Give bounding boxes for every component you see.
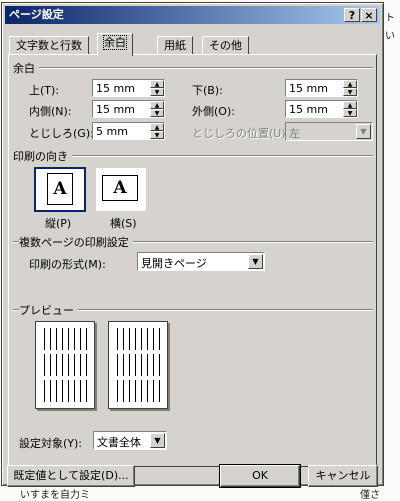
tab-label: 用紙 [164,39,186,52]
bottom-margin-label: 下(B): [192,84,223,97]
ok-button[interactable]: OK [219,464,301,488]
gutter-position-label: とじしろの位置(U): [192,127,290,140]
inner-margin-spinner[interactable]: 15 mm ▲ ▼ [92,100,165,118]
tab-label: その他 [209,39,242,52]
top-margin-label: 上(T): [29,84,60,97]
section-title-multipage: 複数ページの印刷設定 [19,234,133,250]
bottom-margin-spinner[interactable]: 15 mm ▲ ▼ [285,79,358,97]
chevron-down-icon[interactable]: ▼ [248,254,263,269]
section-title-margins: 余白 [13,60,39,76]
close-button[interactable]: × [361,8,377,22]
tab-paper[interactable]: 用紙 [157,36,193,55]
preview-right-page [108,321,168,409]
spin-up-icon[interactable]: ▲ [150,123,164,131]
spin-down-icon[interactable]: ▼ [150,109,164,117]
apply-to-value: 文書全体 [97,436,141,449]
spin-up-icon[interactable]: ▲ [150,80,164,88]
spin-up-icon[interactable]: ▲ [343,101,357,109]
landscape-label[interactable]: 横(S) [110,215,137,231]
bottom-margin-value: 15 mm [289,82,328,95]
section-divider [13,67,373,69]
section-title-orientation: 印刷の向き [13,148,72,164]
close-icon: × [364,9,374,22]
tab-label: 余白 [103,35,127,50]
gutter-position-select: 左 ▼ [285,122,373,141]
tab-characters-lines[interactable]: 文字数と行数 [9,36,89,55]
gutter-position-value: 左 [289,127,300,140]
set-as-default-button[interactable]: 既定値として設定(D)... [7,465,135,487]
spin-down-icon[interactable]: ▼ [150,131,164,139]
spin-down-icon[interactable]: ▼ [150,88,164,96]
portrait-option[interactable]: A [34,167,86,212]
background-document-text: ト い [385,13,395,42]
dialog-title: ページ設定 [9,8,64,21]
spin-down-icon[interactable]: ▼ [343,88,357,96]
chevron-down-icon[interactable]: ▼ [150,433,165,448]
cancel-button[interactable]: キャンセル [308,465,378,487]
tab-label: 文字数と行数 [16,39,82,52]
spin-up-icon[interactable]: ▲ [150,101,164,109]
portrait-icon: A [47,173,73,205]
print-format-value: 見開きページ [141,257,207,270]
outer-margin-spinner[interactable]: 15 mm ▲ ▼ [285,100,358,118]
inner-margin-label: 内側(N): [29,105,72,118]
outer-margin-value: 15 mm [289,103,328,116]
help-icon: ? [348,9,356,22]
inner-margin-value: 15 mm [96,103,135,116]
margins-tab-panel: 余白 上(T): 15 mm ▲ ▼ 下(B): 15 mm ▲ ▼ 内側(N): … [8,54,377,467]
tab-margins[interactable]: 余白 [97,33,133,56]
chevron-down-icon: ▼ [356,124,371,139]
tab-other[interactable]: その他 [202,36,249,55]
gutter-spinner[interactable]: 5 mm ▲ ▼ [92,122,165,140]
top-margin-spinner[interactable]: 15 mm ▲ ▼ [92,79,165,97]
background-document-text: いすまを自力ミ [20,490,90,501]
portrait-label[interactable]: 縦(P) [45,215,71,231]
print-format-label: 印刷の形式(M): [29,258,106,271]
print-format-select[interactable]: 見開きページ ▼ [137,252,265,271]
spin-down-icon[interactable]: ▼ [343,109,357,117]
background-document-text: 僅さ [360,490,380,501]
spin-up-icon[interactable]: ▲ [343,80,357,88]
help-button[interactable]: ? [344,8,360,22]
apply-to-select[interactable]: 文書全体 ▼ [93,431,167,450]
page-setup-dialog: ページ設定 ? × 文字数と行数 余白 用紙 その他 余白 上(T): 15 m… [1,2,384,488]
landscape-icon: A [102,175,138,201]
preview-left-page [35,321,95,409]
section-title-preview: プレビュー [19,302,78,318]
outer-margin-label: 外側(O): [192,105,235,118]
landscape-option[interactable]: A [95,167,147,212]
title-bar[interactable]: ページ設定 ? × [5,6,380,24]
top-margin-value: 15 mm [96,82,135,95]
gutter-value: 5 mm [96,125,128,138]
apply-to-label: 設定対象(Y): [19,437,83,450]
gutter-label: とじしろ(G): [29,127,94,140]
